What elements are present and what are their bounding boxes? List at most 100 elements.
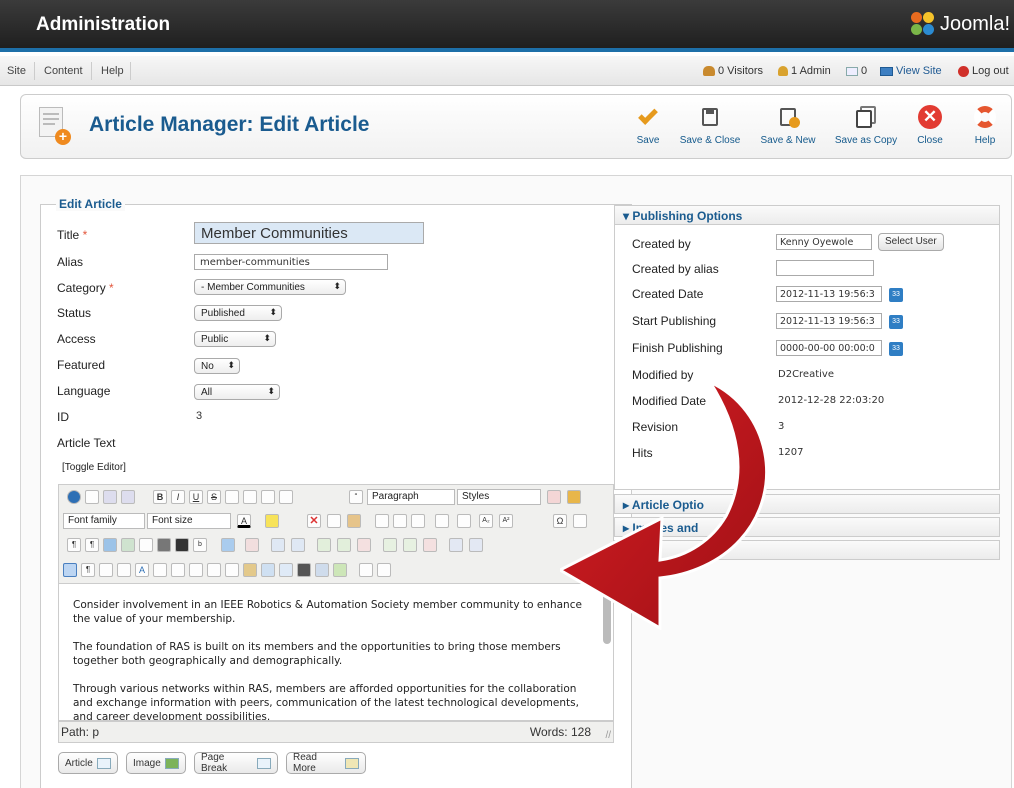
calendar-icon[interactable]: 33 [889, 315, 903, 329]
view-site-link[interactable]: View Site [880, 65, 942, 77]
template-icon[interactable] [139, 538, 153, 552]
alias-input[interactable]: member-communities [194, 254, 388, 270]
close-button[interactable]: ✕ Close [914, 104, 946, 150]
style-props-icon[interactable]: A [135, 563, 149, 577]
title-input[interactable]: Member Communities [194, 222, 424, 244]
abbr-icon[interactable] [171, 563, 185, 577]
page-break-button[interactable]: Page Break [194, 752, 278, 774]
merge-cells-icon[interactable] [449, 538, 463, 552]
strikethrough-icon[interactable]: S [207, 490, 221, 504]
menu-help[interactable]: Help [101, 65, 124, 77]
print-icon[interactable] [157, 538, 171, 552]
read-more-button[interactable]: Read More [286, 752, 366, 774]
spellcheck-icon[interactable] [333, 563, 347, 577]
undo-icon[interactable] [103, 490, 117, 504]
preview-icon[interactable] [121, 538, 135, 552]
save-new-button[interactable]: Save & New [756, 104, 820, 150]
fullscreen-icon[interactable] [103, 538, 117, 552]
attributes-icon[interactable] [243, 563, 257, 577]
text-color-icon[interactable]: A [237, 514, 251, 528]
save-as-copy-button[interactable]: Save as Copy [830, 104, 902, 150]
access-select[interactable]: Public ⬍ [194, 331, 276, 347]
pagebreak-icon[interactable] [359, 563, 373, 577]
status-select[interactable]: Published ⬍ [194, 305, 282, 321]
image-insert-button[interactable]: Image [126, 752, 186, 774]
start-publishing-input[interactable]: 2012-11-13 19:56:3 [776, 313, 882, 329]
new-document-icon[interactable] [85, 490, 99, 504]
bold-icon[interactable]: B [153, 490, 167, 504]
table-row-icon[interactable] [291, 538, 305, 552]
table-cell-icon[interactable] [317, 538, 331, 552]
resize-handle-icon[interactable]: // [605, 730, 611, 741]
show-blocks-icon[interactable]: ¶ [81, 563, 95, 577]
joomla-logo[interactable]: Joomla! [910, 12, 1010, 36]
toggle-editor-link[interactable]: [Toggle Editor] [62, 462, 126, 473]
finish-publishing-input[interactable]: 0000-00-00 00:00:0 [776, 340, 882, 356]
subscript-icon[interactable]: A₂ [479, 514, 493, 528]
underline-icon[interactable]: U [189, 490, 203, 504]
find-icon[interactable] [175, 538, 189, 552]
table-row-icon[interactable] [271, 538, 285, 552]
created-by-alias-input[interactable] [776, 260, 874, 276]
table-column-icon[interactable] [383, 538, 397, 552]
anchor-icon[interactable] [261, 563, 275, 577]
messages-status[interactable]: 0 [846, 65, 867, 77]
bulleted-list-icon[interactable] [457, 514, 471, 528]
acronym-icon[interactable] [189, 563, 203, 577]
align-center-icon[interactable] [243, 490, 257, 504]
styles-select[interactable]: Styles [457, 489, 541, 505]
created-date-input[interactable]: 2012-11-13 19:56:3 [776, 286, 882, 302]
cite-icon[interactable] [153, 563, 167, 577]
font-family-select[interactable]: Font family [63, 513, 145, 529]
layer-icon[interactable] [99, 563, 113, 577]
delete-text-icon[interactable] [207, 563, 221, 577]
outdent-icon[interactable] [393, 514, 407, 528]
split-cells-icon[interactable] [469, 538, 483, 552]
superscript-icon[interactable]: A² [499, 514, 513, 528]
delete-table-icon[interactable] [245, 538, 259, 552]
menu-site[interactable]: Site [7, 65, 26, 77]
publishing-options-header[interactable]: ▾ Publishing Options [614, 205, 1000, 225]
calendar-icon[interactable]: 33 [889, 342, 903, 356]
copy-icon[interactable] [327, 514, 341, 528]
paste-icon[interactable] [347, 514, 361, 528]
insert-layer-icon[interactable] [117, 563, 131, 577]
replace-icon[interactable]: b [193, 538, 207, 552]
align-right-icon[interactable] [261, 490, 275, 504]
rtl-icon[interactable]: ¶ [85, 538, 99, 552]
align-left-icon[interactable] [225, 490, 239, 504]
blockquote-icon[interactable]: “ [349, 490, 363, 504]
cut-icon[interactable]: ✕ [307, 514, 321, 528]
insert-table-icon[interactable] [221, 538, 235, 552]
table-column-icon[interactable] [423, 538, 437, 552]
select-user-button[interactable]: Select User [878, 233, 944, 251]
category-select[interactable]: - Member Communities ⬍ [194, 279, 346, 295]
italic-icon[interactable]: I [171, 490, 185, 504]
menu-content[interactable]: Content [44, 65, 83, 77]
help-circle-icon[interactable] [67, 490, 81, 504]
media-icon[interactable] [377, 563, 391, 577]
created-by-field[interactable]: Kenny Oyewole [776, 234, 872, 250]
highlight-icon[interactable] [265, 514, 279, 528]
table-cell-icon[interactable] [357, 538, 371, 552]
language-select[interactable]: All ⬍ [194, 384, 280, 400]
article-insert-button[interactable]: Article [58, 752, 118, 774]
table-column-icon[interactable] [403, 538, 417, 552]
font-size-select[interactable]: Font size [147, 513, 231, 529]
save-button[interactable]: Save [632, 104, 664, 150]
help-button[interactable]: Help [970, 104, 1000, 150]
image-icon[interactable] [315, 563, 329, 577]
logout-link[interactable]: Log out [958, 65, 1009, 77]
insert-text-icon[interactable] [225, 563, 239, 577]
table-cell-icon[interactable] [337, 538, 351, 552]
editor-content[interactable]: Consider involvement in an IEEE Robotics… [58, 584, 614, 721]
bulleted-list-icon[interactable] [435, 514, 449, 528]
link-icon[interactable] [279, 563, 293, 577]
save-close-button[interactable]: Save & Close [676, 104, 744, 150]
unlink-icon[interactable] [297, 563, 311, 577]
paragraph-select[interactable]: Paragraph [367, 489, 455, 505]
align-justify-icon[interactable] [279, 490, 293, 504]
featured-select[interactable]: No ⬍ [194, 358, 240, 374]
calendar-icon[interactable]: 33 [889, 288, 903, 302]
redo-icon[interactable] [121, 490, 135, 504]
